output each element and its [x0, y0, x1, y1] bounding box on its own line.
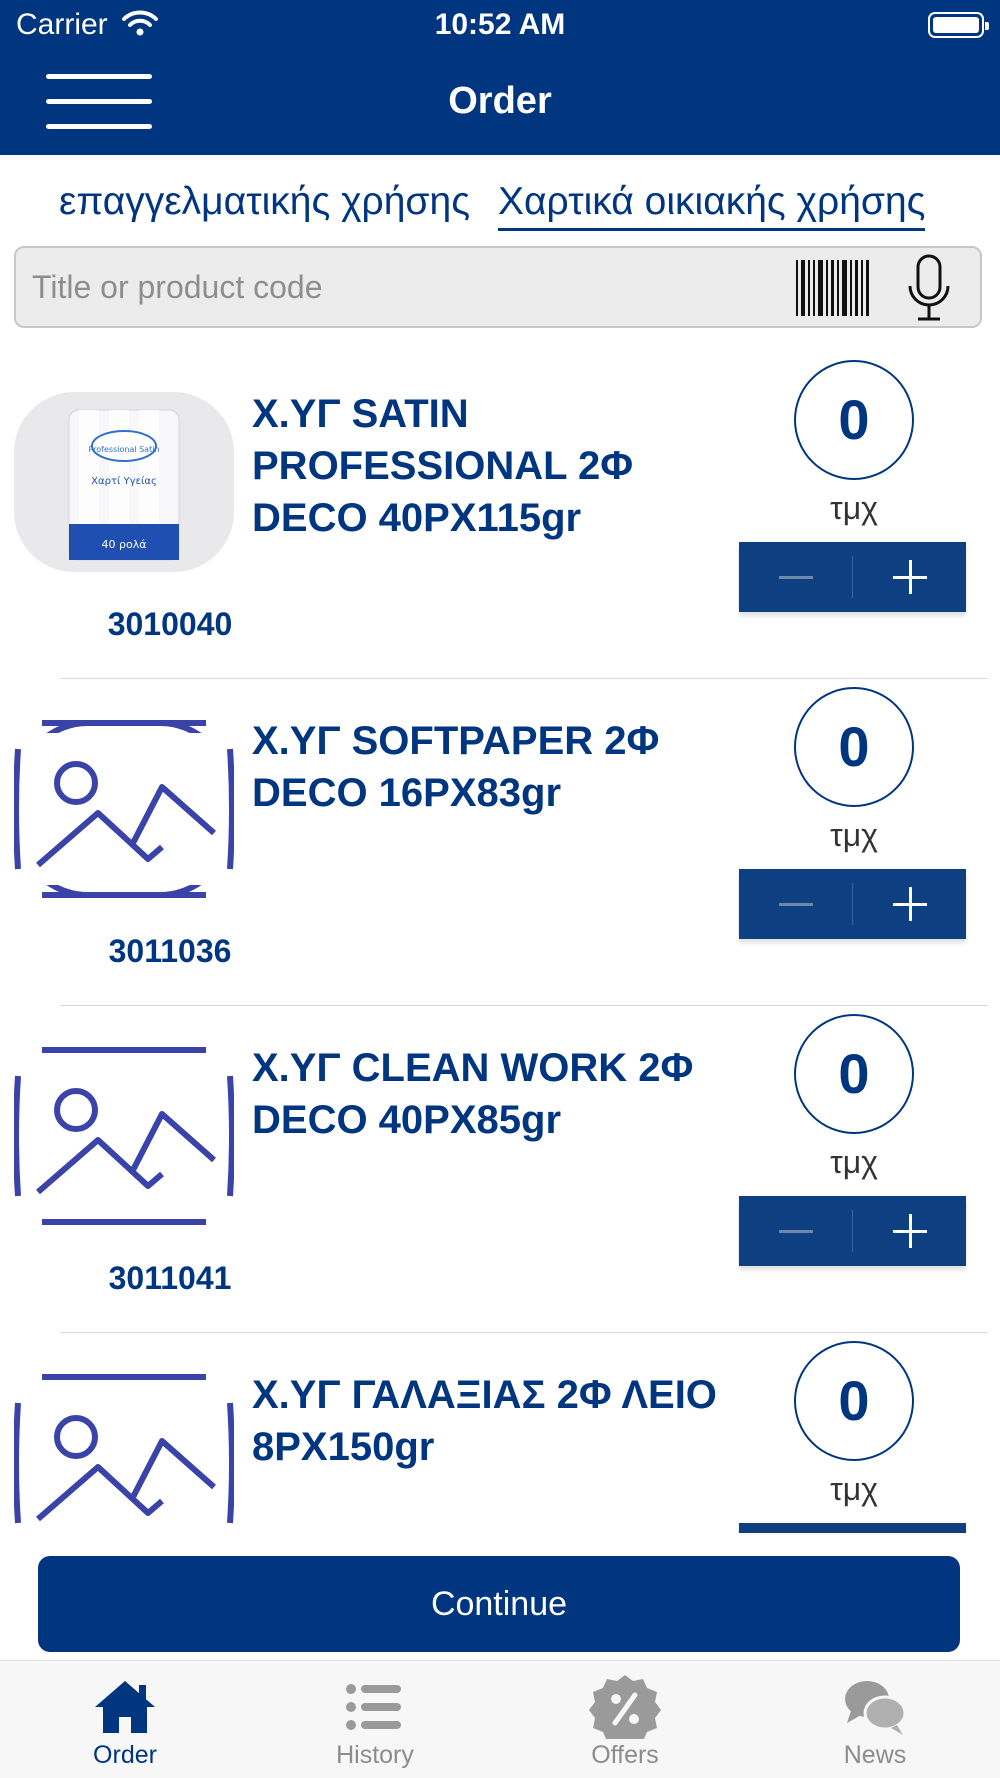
decrease-button[interactable]	[739, 1196, 852, 1266]
quantity-stepper	[739, 1196, 966, 1266]
product-row[interactable]: Χ.ΥΓ ΓΑΛΑΞΙΑΣ 2Φ ΛΕΙΟ 8PX150gr 0 τμχ	[0, 1333, 1000, 1533]
minus-icon	[779, 1230, 813, 1233]
search-input[interactable]	[32, 248, 792, 326]
product-name: Χ.ΥΓ CLEAN WORK 2Φ DECO 40PX85gr	[252, 1046, 694, 1142]
increase-button[interactable]	[853, 869, 966, 939]
minus-icon	[779, 903, 813, 906]
product-list: Professional Satin Χαρτί Υγείας 40 ρολά …	[0, 352, 1000, 1552]
decrease-button[interactable]	[739, 1523, 852, 1533]
barcode-icon[interactable]	[794, 260, 870, 316]
increase-button[interactable]	[853, 1196, 966, 1266]
tab-professional-use[interactable]: επαγγελματικής χρήσης	[59, 180, 470, 224]
tab-bar: Order History Offers News	[0, 1660, 1000, 1778]
product-row[interactable]: Χ.ΥΓ SOFTPAPER 2Φ DECO 16PX83gr 3011036 …	[0, 679, 1000, 1006]
product-code: 3010040	[107, 606, 233, 642]
product-image-type-text: Χαρτί Υγείας	[91, 475, 157, 487]
tab-label: News	[843, 1741, 907, 1769]
product-name: Χ.ΥΓ SOFTPAPER 2Φ DECO 16PX83gr	[252, 719, 660, 815]
tab-label: History	[336, 1741, 414, 1769]
percent-badge-icon	[589, 1675, 661, 1739]
increase-button[interactable]	[853, 542, 966, 612]
product-image: Professional Satin Χαρτί Υγείας 40 ρολά	[14, 392, 234, 572]
continue-button[interactable]: Continue	[38, 1556, 960, 1652]
tab-household-paper[interactable]: Χαρτικά οικιακής χρήσης	[498, 180, 926, 231]
tab-order[interactable]: Order	[0, 1661, 250, 1778]
product-code: 3011041	[108, 1260, 232, 1296]
chat-bubbles-icon	[845, 1681, 907, 1735]
tab-offers[interactable]: Offers	[500, 1661, 750, 1778]
search-bar	[14, 246, 982, 328]
page-title: Order	[448, 80, 552, 122]
status-bar: Carrier 10:52 AM	[0, 0, 1000, 50]
decrease-button[interactable]	[739, 542, 852, 612]
image-placeholder-icon	[14, 1046, 234, 1226]
product-name: Χ.ΥΓ SATIN PROFESSIONAL 2Φ DECO 40PX115g…	[252, 392, 634, 540]
unit-label: τμχ	[830, 817, 878, 853]
navigation-header: Carrier 10:52 AM Order	[0, 0, 1000, 155]
tab-label: Offers	[591, 1741, 659, 1769]
image-placeholder-icon	[14, 719, 234, 899]
product-image-brand-text: Professional Satin	[88, 445, 159, 454]
image-placeholder-icon	[14, 1373, 234, 1533]
product-image-count-text: 40 ρολά	[102, 538, 147, 551]
minus-icon	[779, 576, 813, 579]
increase-button[interactable]	[853, 1523, 966, 1533]
quantity-value: 0	[794, 360, 914, 480]
product-row[interactable]: Χ.ΥΓ CLEAN WORK 2Φ DECO 40PX85gr 3011041…	[0, 1006, 1000, 1333]
quantity-value: 0	[794, 1341, 914, 1461]
quantity-stepper	[739, 1523, 966, 1533]
battery-icon	[928, 12, 989, 38]
category-tabs: επαγγελματικής χρήσης Χαρτικά οικιακής χ…	[0, 180, 1000, 240]
home-icon	[95, 1681, 155, 1733]
tab-news[interactable]: News	[750, 1661, 1000, 1778]
list-icon	[346, 1684, 401, 1730]
quantity-stepper	[739, 869, 966, 939]
product-code: 3011036	[108, 933, 232, 969]
tab-history[interactable]: History	[250, 1661, 500, 1778]
quantity-value: 0	[794, 687, 914, 807]
quantity-stepper	[739, 542, 966, 612]
tab-label: Order	[93, 1741, 157, 1769]
decrease-button[interactable]	[739, 869, 852, 939]
unit-label: τμχ	[830, 490, 878, 526]
unit-label: τμχ	[830, 1144, 878, 1180]
quantity-value: 0	[794, 1014, 914, 1134]
clock: 10:52 AM	[434, 8, 566, 41]
product-row[interactable]: Professional Satin Χαρτί Υγείας 40 ρολά …	[0, 352, 1000, 679]
unit-label: τμχ	[830, 1471, 878, 1507]
product-name: Χ.ΥΓ ΓΑΛΑΞΙΑΣ 2Φ ΛΕΙΟ 8PX150gr	[252, 1373, 717, 1469]
microphone-icon[interactable]	[904, 254, 954, 324]
